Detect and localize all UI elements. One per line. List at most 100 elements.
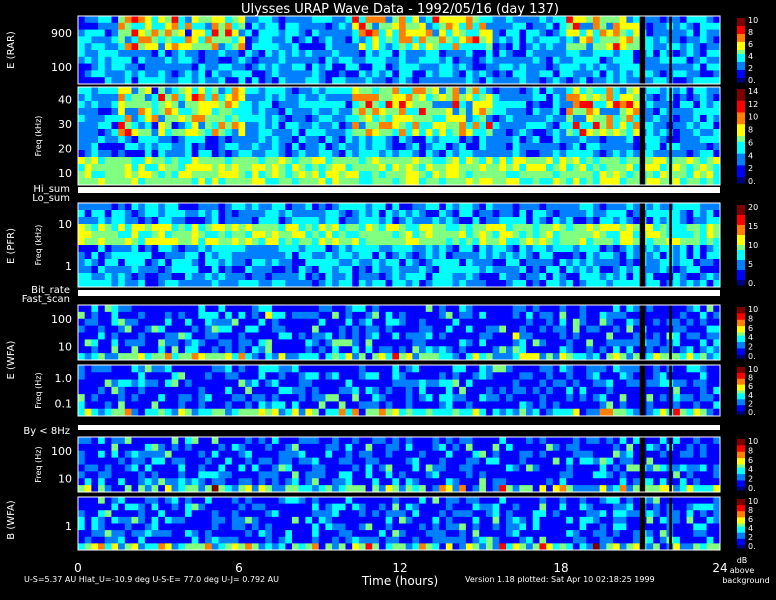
spectrogram-cell	[365, 108, 373, 116]
spectrogram-cell	[419, 311, 427, 320]
spectrogram-cell	[452, 157, 460, 165]
spectrogram-cell	[205, 108, 213, 116]
spectrogram-cell	[626, 43, 634, 51]
spectrogram-cell	[606, 115, 614, 123]
spectrogram-cell	[679, 16, 687, 24]
spectrogram-cell	[271, 87, 279, 95]
spectrogram-cell	[465, 325, 473, 333]
spectrogram-cell	[699, 379, 707, 388]
spectrogram-cell	[492, 143, 500, 151]
spectrogram-cell	[606, 16, 614, 24]
spectrogram-cell	[338, 22, 346, 30]
spectrogram-cell	[258, 36, 266, 44]
spectrogram-cell	[218, 339, 226, 347]
spectrogram-cell	[452, 56, 460, 64]
spectrogram-cell	[205, 77, 213, 85]
spectrogram-cell	[653, 339, 661, 347]
spectrogram-cell	[586, 210, 594, 218]
spectrogram-cell	[358, 203, 366, 211]
spectrogram-cell	[292, 36, 299, 44]
spectrogram-cell	[385, 305, 393, 313]
spectrogram-cell	[566, 56, 574, 64]
spectrogram-cell	[205, 16, 213, 24]
spectrogram-cell	[211, 353, 219, 361]
spectrogram-cell	[378, 122, 386, 130]
spectrogram-cell	[265, 122, 273, 130]
spectrogram-cell	[325, 379, 333, 388]
spectrogram-cell	[539, 386, 547, 395]
spectrogram-cell	[218, 129, 226, 137]
spectrogram-cell	[559, 94, 567, 102]
spectrogram-cell	[118, 353, 126, 361]
spectrogram-cell	[706, 224, 714, 232]
spectrogram-cell	[198, 115, 206, 123]
spectrogram-cell	[445, 238, 453, 246]
spectrogram-cell	[626, 408, 634, 417]
spectrogram-cell	[91, 450, 99, 458]
spectrogram-cell	[566, 318, 574, 326]
spectrogram-cell	[592, 325, 600, 333]
spectrogram-cell	[265, 217, 273, 225]
spectrogram-cell	[231, 245, 239, 253]
spectrogram-cell	[499, 150, 507, 158]
spectrogram-cell	[485, 408, 493, 417]
spectrogram-cell	[519, 63, 527, 71]
spectrogram-cell	[158, 157, 166, 165]
spectrogram-cell	[392, 379, 400, 388]
spectrogram-cell	[392, 129, 400, 137]
spectrogram-cell	[613, 332, 620, 340]
spectrogram-cell	[479, 365, 487, 373]
spectrogram-cell	[385, 70, 393, 78]
spectrogram-cell	[713, 115, 721, 123]
spectrogram-cell	[546, 178, 554, 186]
spectrogram-cell	[144, 115, 152, 123]
spectrogram-cell	[124, 379, 132, 388]
spectrogram-cell	[626, 164, 634, 172]
spectrogram-cell	[285, 394, 293, 402]
spectrogram-cell	[258, 108, 266, 116]
spectrogram-cell	[706, 43, 714, 51]
spectrogram-cell	[198, 394, 206, 402]
spectrogram-cell	[646, 311, 654, 320]
spectrogram-cell	[519, 346, 527, 354]
spectrogram-cell	[552, 332, 560, 340]
spectrogram-cell	[552, 94, 560, 102]
spectrogram-cell	[231, 252, 239, 260]
spectrogram-cell	[312, 245, 320, 253]
spectrogram-cell	[231, 171, 239, 179]
spectrogram-cell	[151, 217, 159, 225]
spectrogram-cell	[693, 325, 701, 333]
spectrogram-cell	[633, 56, 641, 64]
spectrogram-cell	[84, 332, 92, 340]
spectrogram-cell	[131, 143, 139, 151]
spectrogram-cell	[679, 353, 687, 361]
spectrogram-cell	[546, 115, 554, 123]
spectrogram-cell	[144, 259, 152, 267]
spectrogram-cell	[532, 379, 540, 388]
spectrogram-cell	[318, 339, 326, 347]
spectrogram-cell	[633, 238, 641, 246]
spectrogram-cell	[619, 157, 627, 165]
spectrogram-cell	[619, 273, 627, 281]
spectrogram-cell	[679, 178, 687, 186]
spectrogram-cell	[586, 379, 594, 388]
spectrogram-cell	[399, 311, 406, 320]
spectrogram-cell	[673, 143, 681, 151]
spectrogram-cell	[151, 56, 159, 64]
spectrogram-cell	[278, 143, 286, 151]
spectrogram-cell	[178, 372, 186, 380]
spectrogram-cell	[606, 70, 614, 78]
spectrogram-cell	[185, 70, 192, 78]
spectrogram-cell	[653, 122, 661, 130]
spectrogram-cell	[399, 339, 406, 347]
spectrogram-cell	[599, 339, 607, 347]
spectrogram-cell	[472, 231, 480, 239]
spectrogram-cell	[485, 273, 493, 281]
spectrogram-cell	[686, 122, 694, 130]
spectrogram-cell	[271, 164, 279, 172]
spectrogram-cell	[506, 372, 513, 380]
spectrogram-cell	[305, 346, 313, 354]
spectrogram-cell	[439, 16, 447, 24]
spectrogram-cell	[546, 346, 554, 354]
spectrogram-cell	[191, 365, 199, 373]
